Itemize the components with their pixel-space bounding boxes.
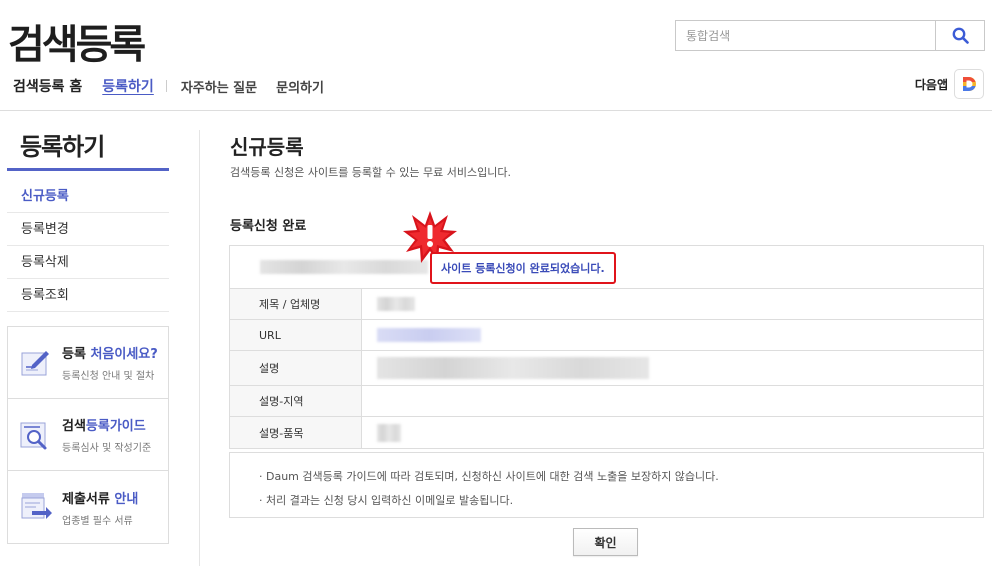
banner-title: 등록 처음이세요? <box>62 347 158 362</box>
global-nav: 검색등록 홈 등록하기 자주하는 질문 문의하기 <box>13 76 343 96</box>
header-divider <box>0 110 992 111</box>
banner-title: 제출서류 안내 <box>62 491 139 507</box>
daum-app-label: 다음앱 <box>914 77 948 92</box>
nav-divider <box>165 80 167 92</box>
page-description: 검색등록 신청은 사이트를 등록할 수 있는 무료 서비스입니다. <box>230 166 511 179</box>
sidebar-title: 등록하기 <box>20 133 105 161</box>
confirm-button[interactable]: 확인 <box>573 528 638 556</box>
nav-contact[interactable]: 문의하기 <box>276 77 324 96</box>
search-input[interactable] <box>676 21 935 50</box>
banner-guide[interactable]: 검색등록가이드 등록심사 및 작성기준 <box>8 399 168 471</box>
row-value <box>362 386 983 416</box>
row-label: 설명-지역 <box>230 386 362 416</box>
notice-box: · Daum 검색등록 가이드에 따라 검토되며, 신청하신 사이트에 대한 검… <box>229 452 984 518</box>
result-table: 사이트 등록신청이 완료되었습니다. 제목 / 업체명 URL 설명 설명-지역… <box>229 211 984 449</box>
search-icon <box>952 27 969 44</box>
table-row: URL <box>230 320 983 351</box>
row-label: URL <box>230 320 362 350</box>
banner-desc: 등록신청 안내 및 절차 <box>62 371 155 382</box>
banner-first-time[interactable]: 등록 처음이세요? 등록신청 안내 및 절차 <box>8 327 168 399</box>
pen-document-icon <box>21 350 49 375</box>
content-divider <box>199 130 200 566</box>
sidebar-item-new[interactable]: 신규등록 <box>7 180 169 213</box>
nav-faq[interactable]: 자주하는 질문 <box>181 77 257 96</box>
nav-home[interactable]: 검색등록 홈 <box>13 76 82 96</box>
daum-app-link[interactable]: 다음앱 <box>915 69 984 99</box>
sidebar-item-change[interactable]: 등록변경 <box>7 213 169 246</box>
notice-line: · Daum 검색등록 가이드에 따라 검토되며, 신청하신 사이트에 대한 검… <box>259 470 719 483</box>
sidebar-title-bar <box>7 168 169 171</box>
sidebar-item-lookup[interactable]: 등록조회 <box>7 279 169 312</box>
row-value <box>362 289 983 319</box>
row-label: 제목 / 업체명 <box>230 289 362 319</box>
banner-title: 검색등록가이드 <box>62 419 146 434</box>
sidebar-item-delete[interactable]: 등록삭제 <box>7 246 169 279</box>
table-row: 설명 <box>230 351 983 386</box>
banner-desc: 업종별 필수 서류 <box>62 515 133 527</box>
page-title: 신규등록 <box>230 135 304 159</box>
document-stack-icon <box>21 493 52 519</box>
row-label: 설명 <box>230 351 362 385</box>
nav-register[interactable]: 등록하기 <box>102 76 154 96</box>
result-header: 사이트 등록신청이 완료되었습니다. <box>230 211 983 289</box>
search-box <box>675 20 985 51</box>
row-value <box>362 351 983 385</box>
table-row: 설명-지역 <box>230 386 983 417</box>
row-label: 설명-품목 <box>230 417 362 448</box>
result-message: 사이트 등록신청이 완료되었습니다. <box>430 252 616 284</box>
notice-line: · 처리 결과는 신청 당시 입력하신 이메일로 발송됩니다. <box>259 494 514 507</box>
search-button[interactable] <box>935 21 984 50</box>
magnifier-document-icon <box>20 422 47 449</box>
row-value <box>362 320 983 350</box>
table-row: 설명-품목 <box>230 417 983 448</box>
row-value <box>362 417 983 448</box>
banner-documents[interactable]: 제출서류 안내 업종별 필수 서류 <box>8 471 168 543</box>
sidebar-banners: 등록 처음이세요? 등록신청 안내 및 절차 검색등록가이드 등록심사 및 작성… <box>7 326 169 544</box>
daum-app-icon <box>954 69 984 99</box>
table-row: 제목 / 업체명 <box>230 289 983 320</box>
site-logo[interactable]: 검색등록 <box>8 12 146 70</box>
section-title: 등록신청 완료 <box>230 219 307 234</box>
sidebar-menu: 신규등록 등록변경 등록삭제 등록조회 <box>7 180 169 312</box>
banner-desc: 등록심사 및 작성기준 <box>62 443 152 454</box>
